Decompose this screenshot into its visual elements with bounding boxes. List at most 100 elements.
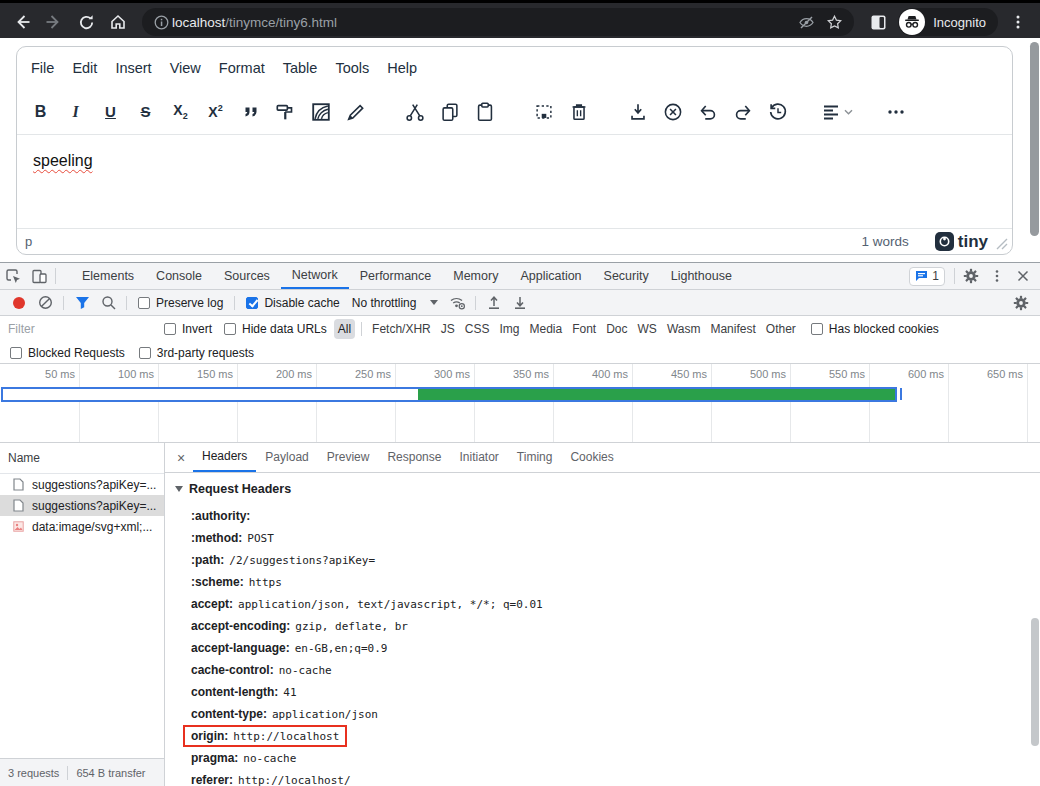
align-button[interactable]	[819, 95, 854, 129]
paste-button[interactable]	[467, 95, 502, 129]
network-conditions-icon[interactable]	[444, 291, 470, 315]
inspect-icon[interactable]	[0, 263, 26, 289]
console-badge[interactable]: 1	[909, 267, 945, 286]
disable-cache-checkbox[interactable]: Disable cache	[246, 296, 339, 310]
request-row[interactable]: suggestions?apiKey=...	[0, 474, 164, 495]
home-button[interactable]	[102, 6, 134, 38]
devtools-menu-icon[interactable]	[984, 263, 1010, 289]
eye-off-icon[interactable]	[792, 10, 820, 34]
editor-content[interactable]: speeling	[17, 135, 1012, 228]
filter-type-js[interactable]: JS	[437, 319, 459, 339]
filter-type-font[interactable]: Font	[568, 319, 600, 339]
devtools-tab-console[interactable]: Console	[145, 263, 213, 289]
devtools-tab-network[interactable]: Network	[281, 263, 349, 289]
name-column-header[interactable]: Name	[0, 443, 164, 474]
hide-data-urls-checkbox[interactable]: Hide data URLs	[224, 322, 327, 336]
filter-type-fetch-xhr[interactable]: Fetch/XHR	[368, 319, 435, 339]
format-painter-button[interactable]	[268, 95, 303, 129]
devtools-tab-sources[interactable]: Sources	[213, 263, 281, 289]
third-party-checkbox[interactable]: 3rd-party requests	[139, 346, 254, 360]
remove-button[interactable]	[655, 95, 690, 129]
search-icon[interactable]	[95, 291, 121, 315]
preserve-log-checkbox[interactable]: Preserve log	[138, 296, 223, 310]
download-button[interactable]	[620, 95, 655, 129]
page-info-icon[interactable]	[150, 11, 172, 33]
history-button[interactable]	[760, 95, 795, 129]
network-overview[interactable]: 50 ms100 ms150 ms200 ms250 ms300 ms350 m…	[0, 364, 1040, 443]
filter-type-media[interactable]: Media	[525, 319, 566, 339]
back-button[interactable]	[6, 6, 38, 38]
blocked-requests-checkbox[interactable]: Blocked Requests	[10, 346, 125, 360]
subscript-button[interactable]: X2	[163, 95, 198, 129]
menu-insert[interactable]: Insert	[107, 55, 159, 81]
undo-button[interactable]	[690, 95, 725, 129]
network-settings-icon[interactable]	[1008, 290, 1034, 316]
reload-button[interactable]	[70, 6, 102, 38]
filter-type-other[interactable]: Other	[762, 319, 800, 339]
trash-button[interactable]	[561, 95, 596, 129]
devtools-settings-icon[interactable]	[958, 263, 984, 289]
side-panel-icon[interactable]	[862, 6, 894, 38]
browser-menu-icon[interactable]	[1002, 6, 1034, 38]
filter-type-css[interactable]: CSS	[461, 319, 494, 339]
redo-button[interactable]	[725, 95, 760, 129]
export-har-icon[interactable]	[507, 291, 533, 315]
filter-type-doc[interactable]: Doc	[602, 319, 631, 339]
permanent-pen-button[interactable]	[338, 95, 373, 129]
address-bar[interactable]: localhost/tinymce/tiny6.html	[142, 8, 854, 36]
filter-type-ws[interactable]: WS	[634, 319, 661, 339]
filter-type-img[interactable]: Img	[495, 319, 523, 339]
copy-button[interactable]	[432, 95, 467, 129]
superscript-button[interactable]: X2	[198, 95, 233, 129]
tiny-brand[interactable]: tiny	[935, 232, 988, 252]
element-path[interactable]: p	[25, 234, 861, 249]
misspelled-word[interactable]: speeling	[33, 152, 93, 169]
device-toolbar-icon[interactable]	[26, 263, 52, 289]
request-headers-section[interactable]: Request Headers	[165, 478, 1040, 500]
underline-button[interactable]: U	[93, 95, 128, 129]
menu-format[interactable]: Format	[211, 55, 273, 81]
page-scrollbar[interactable]	[1030, 42, 1039, 236]
menu-view[interactable]: View	[162, 55, 209, 81]
menu-tools[interactable]: Tools	[327, 55, 377, 81]
record-button[interactable]	[6, 291, 32, 315]
menu-table[interactable]: Table	[275, 55, 326, 81]
filter-type-all[interactable]: All	[334, 319, 355, 339]
devtools-close-icon[interactable]	[1010, 263, 1036, 289]
strikethrough-button[interactable]: S	[128, 95, 163, 129]
request-row[interactable]: suggestions?apiKey=...	[0, 495, 164, 516]
filter-icon[interactable]	[69, 291, 95, 315]
details-scrollbar[interactable]	[1031, 618, 1039, 746]
filter-type-manifest[interactable]: Manifest	[706, 319, 759, 339]
clear-icon[interactable]	[32, 291, 58, 315]
throttling-dropdown[interactable]: No throttling	[352, 296, 439, 310]
filter-input[interactable]	[8, 322, 158, 336]
cut-button[interactable]	[397, 95, 432, 129]
resize-handle-icon[interactable]	[996, 236, 1008, 248]
bold-button[interactable]: B	[23, 95, 58, 129]
devtools-tab-elements[interactable]: Elements	[71, 263, 145, 289]
devtools-tab-performance[interactable]: Performance	[349, 263, 443, 289]
has-blocked-cookies-checkbox[interactable]: Has blocked cookies	[811, 322, 939, 336]
menu-edit[interactable]: Edit	[64, 55, 105, 81]
invert-checkbox[interactable]: Invert	[164, 322, 212, 336]
details-tab-initiator[interactable]: Initiator	[450, 443, 507, 472]
details-tab-headers[interactable]: Headers	[193, 443, 256, 472]
menu-help[interactable]: Help	[379, 55, 425, 81]
blockquote-button[interactable]	[233, 95, 268, 129]
details-tab-timing[interactable]: Timing	[508, 443, 562, 472]
details-tab-cookies[interactable]: Cookies	[561, 443, 622, 472]
menu-file[interactable]: File	[23, 55, 62, 81]
devtools-tab-memory[interactable]: Memory	[442, 263, 509, 289]
incognito-badge[interactable]: Incognito	[898, 8, 998, 36]
bookmark-star-icon[interactable]	[820, 10, 848, 34]
word-count[interactable]: 1 words	[861, 234, 908, 249]
import-har-icon[interactable]	[481, 291, 507, 315]
request-row[interactable]: data:image/svg+xml;...	[0, 516, 164, 537]
devtools-tab-lighthouse[interactable]: Lighthouse	[660, 263, 743, 289]
forward-button[interactable]	[38, 6, 70, 38]
select-all-button[interactable]	[526, 95, 561, 129]
details-tab-response[interactable]: Response	[378, 443, 450, 472]
devtools-tab-security[interactable]: Security	[593, 263, 660, 289]
fill-frame-button[interactable]	[303, 95, 338, 129]
